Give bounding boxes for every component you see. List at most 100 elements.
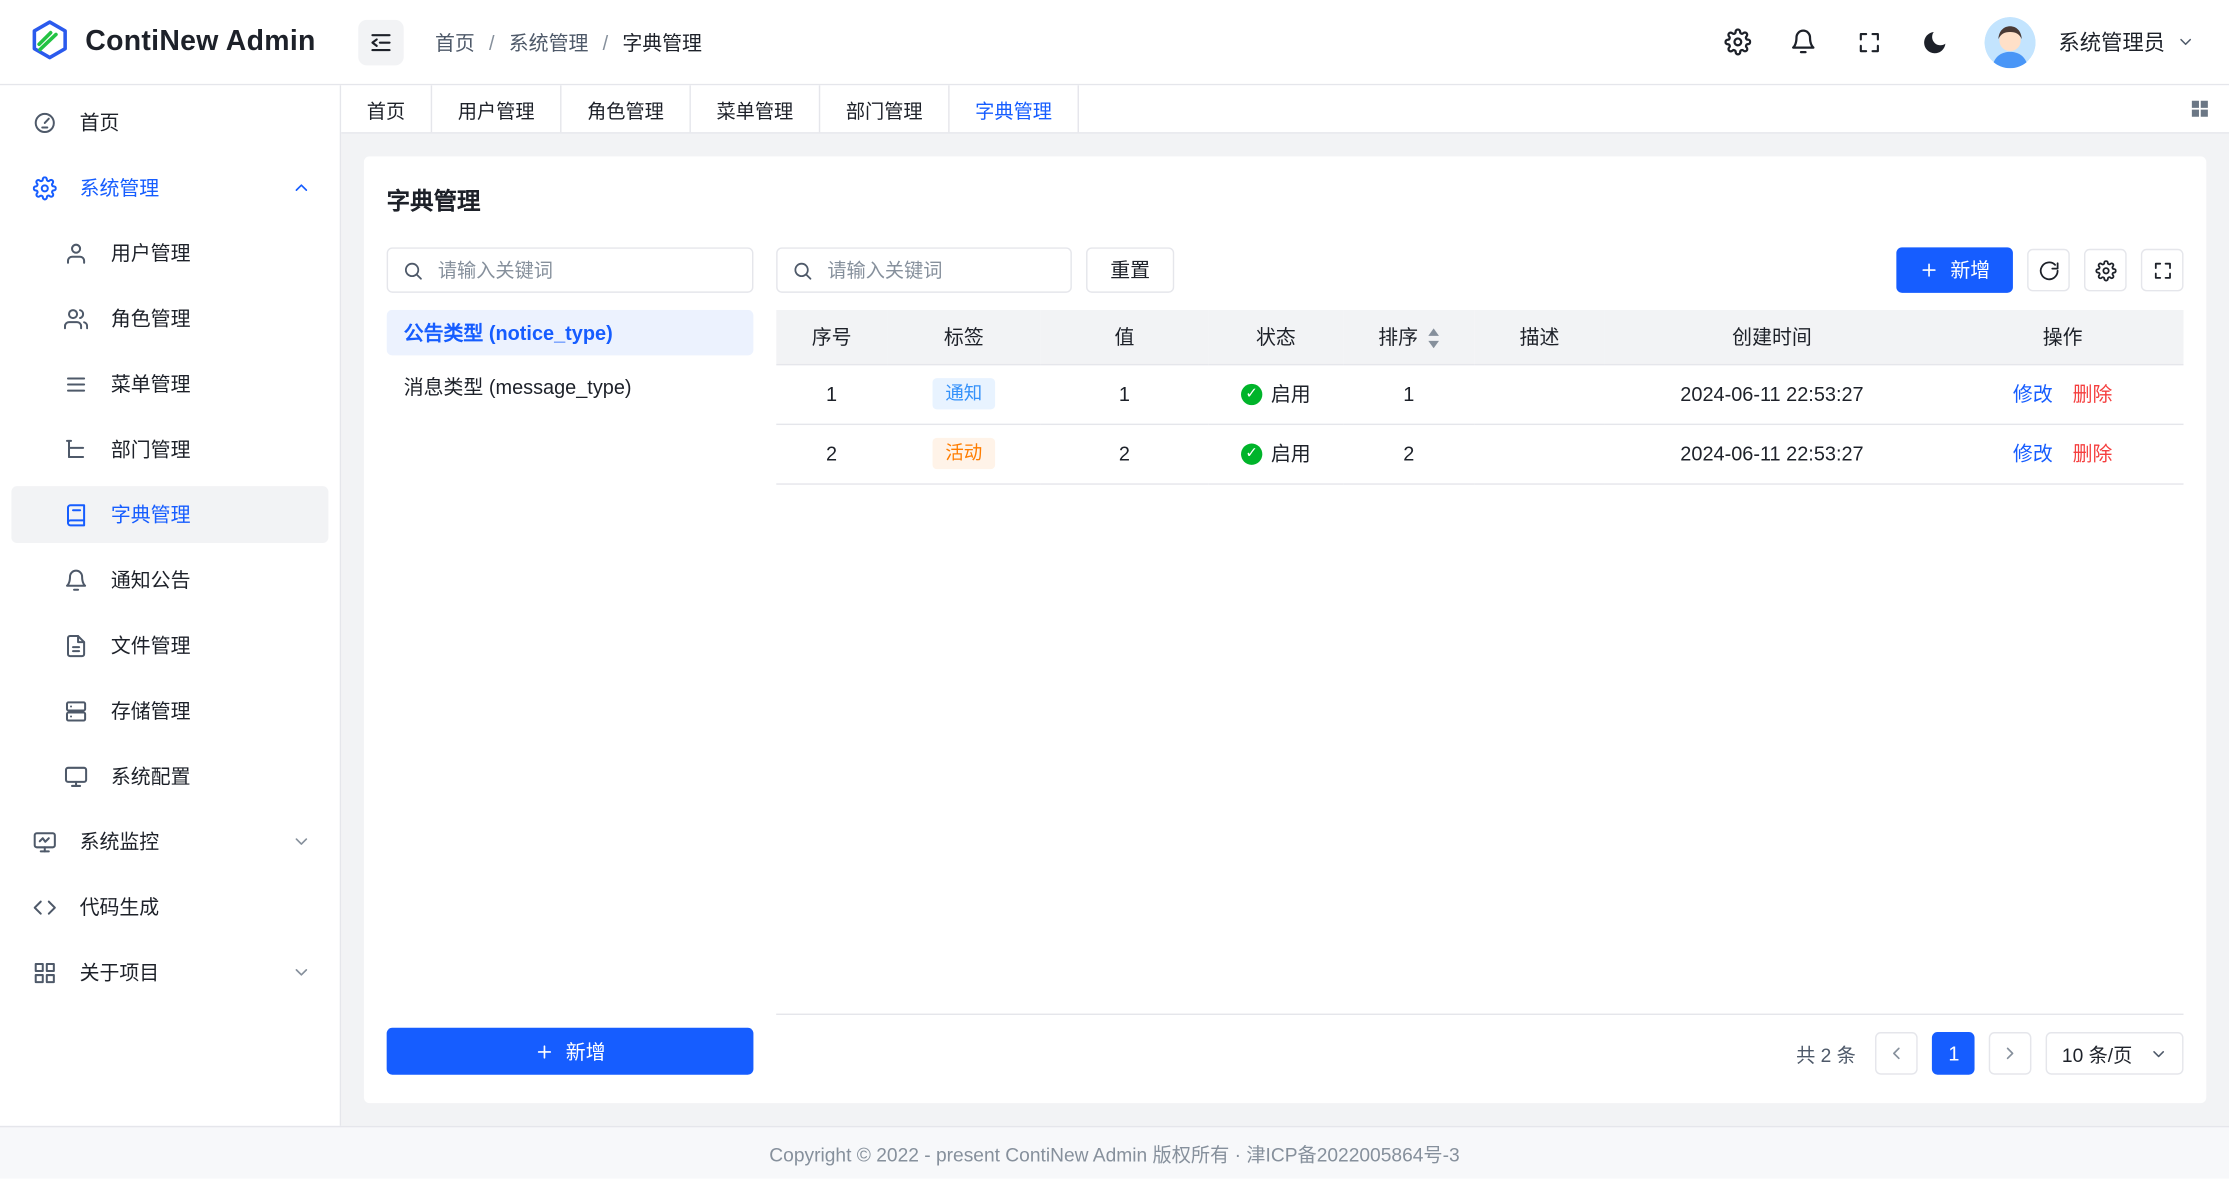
- delete-link[interactable]: 删除: [2073, 382, 2113, 405]
- breadcrumb-separator: /: [489, 31, 495, 54]
- cell-index: 2: [776, 424, 887, 484]
- dict-item-search-input[interactable]: [825, 258, 1057, 282]
- tab-department-management[interactable]: 部门管理: [820, 85, 949, 132]
- dict-type-item-message[interactable]: 消息类型 (message_type): [387, 364, 754, 409]
- dict-type-search-input[interactable]: [435, 258, 738, 282]
- sidebar-item-department-management[interactable]: 部门管理: [11, 421, 328, 478]
- top-bar-main: 首页 / 系统管理 / 字典管理 系统管理员: [341, 16, 2229, 67]
- tab-dict-management[interactable]: 字典管理: [950, 85, 1079, 132]
- brand-logo-icon: [28, 18, 71, 65]
- pagination-next-button[interactable]: [1989, 1032, 2032, 1075]
- col-status: 状态: [1208, 310, 1343, 364]
- chevron-up-icon: [291, 178, 311, 198]
- dict-type-panel: 公告类型 (notice_type) 消息类型 (message_type) 新…: [387, 247, 754, 1074]
- column-settings-button[interactable]: [2084, 249, 2127, 292]
- sidebar-item-about-project[interactable]: 关于项目: [11, 944, 328, 1001]
- breadcrumb-separator: /: [603, 31, 609, 54]
- tab-user-management[interactable]: 用户管理: [432, 85, 561, 132]
- tab-actions-button[interactable]: [2169, 85, 2229, 132]
- breadcrumb: 首页 / 系统管理 / 字典管理: [435, 28, 702, 56]
- page-size-select[interactable]: 10 条/页: [2046, 1032, 2183, 1075]
- cell-description: [1474, 424, 1605, 484]
- sidebar-submenu-system: 用户管理 角色管理 菜单管理 部门管理 字典管理: [11, 225, 328, 805]
- sidebar-item-file-management[interactable]: 文件管理: [11, 617, 328, 674]
- sidebar-item-user-management[interactable]: 用户管理: [11, 225, 328, 282]
- sidebar-item-system-management[interactable]: 系统管理: [11, 159, 328, 216]
- code-icon: [31, 894, 57, 920]
- pagination-total: 共 2 条: [1796, 1039, 1856, 1067]
- pagination-prev-button[interactable]: [1876, 1032, 1919, 1075]
- cell-tag: 通知: [887, 364, 1041, 424]
- cell-actions: 修改删除: [1939, 364, 2184, 424]
- chevron-down-icon: [291, 962, 311, 982]
- dict-management-card: 字典管理 公告类型 (notice_type): [364, 156, 2206, 1103]
- continew-admin-app: ContiNew Admin 首页 / 系统管理 / 字典管理: [0, 0, 2229, 1179]
- table-fullscreen-button[interactable]: [2141, 249, 2184, 292]
- avatar[interactable]: [1984, 16, 2035, 67]
- table-row: 1 通知 1 ✓启用 1 2024-06-11 22:53:27 修改删除: [776, 364, 2183, 424]
- cell-created-at: 2024-06-11 22:53:27: [1605, 364, 1939, 424]
- col-description: 描述: [1474, 310, 1605, 364]
- top-bar: ContiNew Admin 首页 / 系统管理 / 字典管理: [0, 0, 2229, 85]
- table-toolbar: 重置 新增: [776, 247, 2183, 292]
- cell-actions: 修改删除: [1939, 424, 2184, 484]
- col-sort[interactable]: 排序: [1343, 310, 1474, 364]
- tab-menu-management[interactable]: 菜单管理: [691, 85, 820, 132]
- sidebar-collapse-button[interactable]: [358, 19, 403, 64]
- sidebar-item-code-generation[interactable]: 代码生成: [11, 879, 328, 936]
- chevron-down-icon: [2176, 33, 2194, 51]
- edit-link[interactable]: 修改: [2013, 442, 2053, 465]
- user-menu[interactable]: 系统管理员: [2058, 27, 2194, 57]
- add-dict-item-button[interactable]: 新增: [1896, 247, 2013, 292]
- monitor-chart-icon: [31, 829, 57, 855]
- brand[interactable]: ContiNew Admin: [0, 18, 341, 65]
- cell-tag: 活动: [887, 424, 1041, 484]
- breadcrumb-current: 字典管理: [622, 28, 702, 56]
- cell-value: 2: [1041, 424, 1209, 484]
- breadcrumb-home[interactable]: 首页: [435, 28, 475, 56]
- bell-icon: [63, 567, 89, 593]
- dictionary-icon: [63, 502, 89, 528]
- tab-role-management[interactable]: 角色管理: [562, 85, 691, 132]
- dict-type-item-notice[interactable]: 公告类型 (notice_type): [387, 310, 754, 355]
- settings-button[interactable]: [1714, 18, 1762, 66]
- col-actions: 操作: [1939, 310, 2184, 364]
- brand-title: ContiNew Admin: [85, 26, 315, 59]
- status-check-icon: ✓: [1241, 383, 1262, 404]
- tab-home[interactable]: 首页: [341, 85, 432, 132]
- pagination: 共 2 条 1 10 条/页: [776, 1032, 2183, 1075]
- pagination-page-1[interactable]: 1: [1933, 1032, 1976, 1075]
- status-check-icon: ✓: [1241, 443, 1262, 464]
- table-header-row: 序号 标签 值 状态 排序 描述 创建时: [776, 310, 2183, 364]
- dict-item-panel: 重置 新增: [776, 247, 2183, 1074]
- reset-button[interactable]: 重置: [1086, 247, 1174, 292]
- tab-bar: 首页 用户管理 角色管理 菜单管理 部门管理 字典管理: [341, 85, 2229, 133]
- delete-link[interactable]: 删除: [2073, 442, 2113, 465]
- col-value: 值: [1041, 310, 1209, 364]
- refresh-button[interactable]: [2027, 249, 2070, 292]
- main-area: 首页 用户管理 角色管理 菜单管理 部门管理 字典管理 字典管理: [341, 85, 2229, 1126]
- col-index: 序号: [776, 310, 887, 364]
- sidebar-item-system-config[interactable]: 系统配置: [11, 748, 328, 805]
- col-tag: 标签: [887, 310, 1041, 364]
- sidebar-item-menu-management[interactable]: 菜单管理: [11, 355, 328, 412]
- add-dict-type-button[interactable]: 新增: [387, 1028, 754, 1075]
- breadcrumb-system[interactable]: 系统管理: [509, 28, 589, 56]
- sidebar-item-notice[interactable]: 通知公告: [11, 552, 328, 609]
- tag-badge: 活动: [933, 438, 996, 469]
- sidebar-item-role-management[interactable]: 角色管理: [11, 290, 328, 347]
- sidebar-item-system-monitor[interactable]: 系统监控: [11, 813, 328, 870]
- dict-type-list: 公告类型 (notice_type) 消息类型 (message_type): [387, 310, 754, 1028]
- edit-link[interactable]: 修改: [2013, 382, 2053, 405]
- cell-sort: 2: [1343, 424, 1474, 484]
- page-title: 字典管理: [387, 182, 2184, 216]
- fullscreen-button[interactable]: [1845, 18, 1893, 66]
- sidebar-item-dict-management[interactable]: 字典管理: [11, 486, 328, 543]
- table-row: 2 活动 2 ✓启用 2 2024-06-11 22:53:27 修改删除: [776, 424, 2183, 484]
- sidebar-item-storage-management[interactable]: 存储管理: [11, 682, 328, 739]
- cell-status: ✓启用: [1208, 424, 1343, 484]
- sort-carets-icon[interactable]: [1427, 328, 1440, 348]
- theme-toggle-button[interactable]: [1911, 18, 1959, 66]
- sidebar-item-home[interactable]: 首页: [11, 94, 328, 151]
- notifications-button[interactable]: [1780, 18, 1828, 66]
